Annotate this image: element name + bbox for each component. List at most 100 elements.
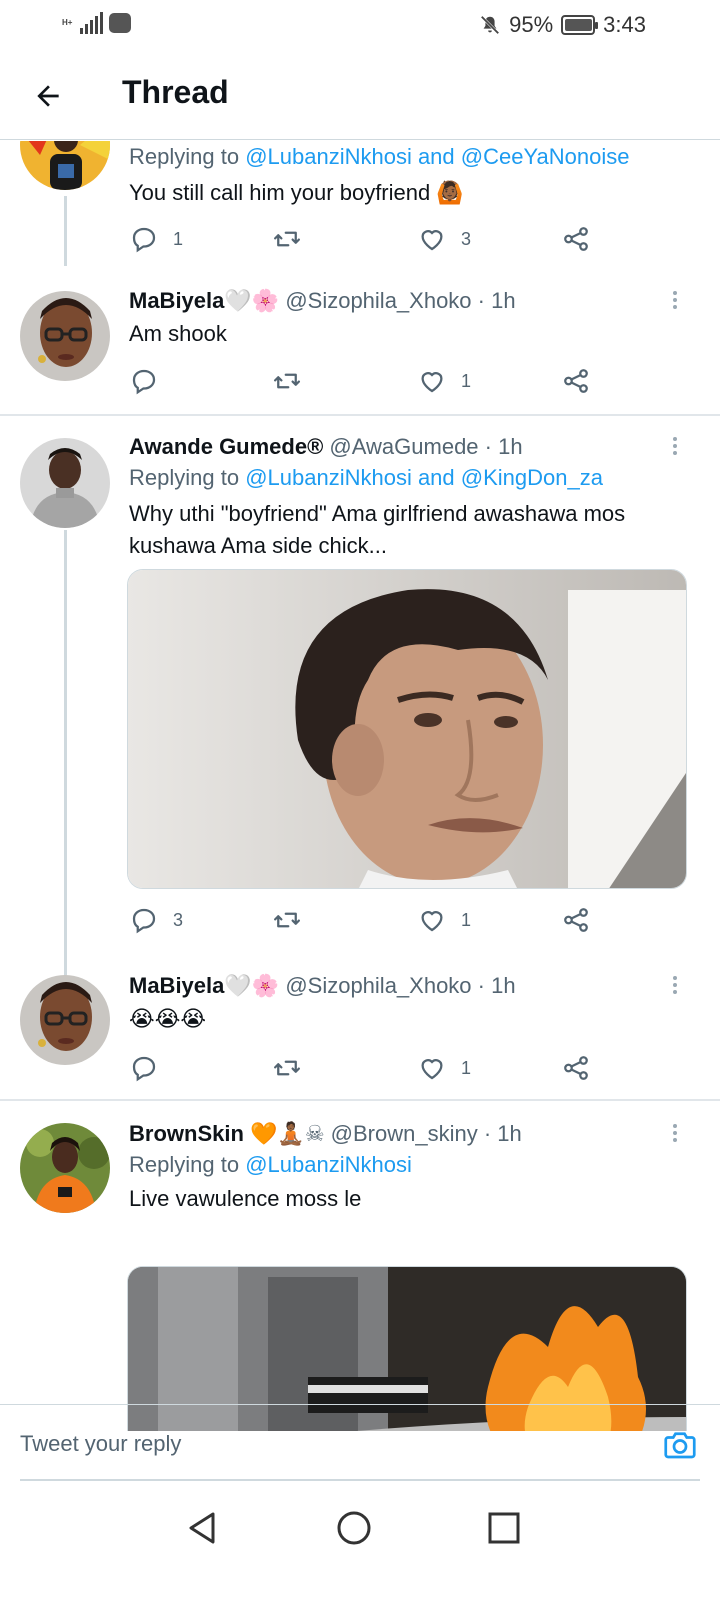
reply-button[interactable] bbox=[129, 1051, 173, 1085]
avatar[interactable] bbox=[20, 1123, 110, 1213]
like-icon bbox=[421, 1059, 443, 1080]
tweet[interactable]: MaBiyela🤍🌸 @Sizophila_Xhoko · 1h 😭😭😭 1 bbox=[0, 951, 720, 1101]
reply-count: 3 bbox=[173, 909, 184, 930]
more-button[interactable] bbox=[670, 434, 680, 462]
like-icon bbox=[421, 911, 443, 932]
tweet-text: Live vawulence moss le bbox=[129, 1186, 362, 1211]
retweet-button[interactable] bbox=[272, 364, 316, 398]
name-emoji: 🤍🌸 bbox=[224, 973, 280, 998]
share-icon bbox=[564, 1056, 588, 1080]
clock: 3:43 bbox=[603, 12, 646, 37]
avatar[interactable] bbox=[20, 438, 110, 528]
retweet-icon bbox=[274, 231, 300, 247]
camera-button[interactable] bbox=[662, 1427, 698, 1463]
handle[interactable]: @Brown_skiny bbox=[331, 1121, 478, 1146]
tweet-image[interactable] bbox=[127, 569, 687, 889]
mention-link[interactable]: @LubanziNkhosi and @CeeYaNonoise bbox=[245, 144, 629, 169]
back-button[interactable] bbox=[28, 76, 68, 116]
replying-to: Replying to @LubanziNkhosi bbox=[129, 1149, 690, 1181]
share-button[interactable] bbox=[561, 222, 591, 256]
replying-to: Replying to @LubanziNkhosi and @KingDon_… bbox=[129, 462, 690, 494]
retweet-button[interactable] bbox=[272, 903, 316, 937]
nav-recents-button[interactable] bbox=[484, 1508, 524, 1548]
timestamp: · 1h bbox=[483, 1121, 522, 1146]
share-button[interactable] bbox=[561, 364, 591, 398]
share-icon bbox=[564, 908, 588, 932]
battery-icon bbox=[561, 15, 599, 35]
avatar[interactable] bbox=[20, 141, 110, 190]
tweet-header: BrownSkin 🧡🧘🏾☠ @Brown_skiny · 1h bbox=[129, 1119, 690, 1149]
tweet-text: 😭😭😭 bbox=[129, 1006, 207, 1031]
reply-button[interactable]: 3 bbox=[129, 903, 183, 937]
app-notification-icon bbox=[109, 13, 132, 33]
tweet-actions: 3 1 bbox=[129, 903, 629, 937]
nav-recents-icon bbox=[488, 1512, 520, 1544]
replying-label: Replying to bbox=[129, 1152, 246, 1177]
share-button[interactable] bbox=[561, 903, 591, 937]
more-button[interactable] bbox=[670, 973, 680, 1001]
like-icon bbox=[421, 372, 443, 393]
reply-icon bbox=[132, 1056, 156, 1082]
page-title: Thread bbox=[122, 74, 229, 110]
like-button[interactable]: 1 bbox=[417, 903, 471, 937]
retweet-icon bbox=[274, 912, 300, 928]
like-count: 3 bbox=[461, 228, 472, 249]
share-icon bbox=[564, 369, 588, 393]
avatar[interactable] bbox=[20, 291, 110, 381]
retweet-button[interactable] bbox=[272, 1051, 316, 1085]
like-count: 1 bbox=[461, 1057, 472, 1078]
nav-back-icon bbox=[189, 1512, 215, 1544]
thread-list[interactable]: Replying to @LubanziNkhosi and @CeeYaNon… bbox=[0, 141, 720, 1431]
like-button[interactable]: 3 bbox=[417, 222, 471, 256]
timestamp: · 1h bbox=[484, 434, 523, 459]
mention-link[interactable]: @LubanziNkhosi bbox=[245, 1152, 412, 1177]
reply-input[interactable]: Tweet your reply bbox=[20, 1431, 181, 1457]
more-button[interactable] bbox=[670, 288, 680, 316]
name-emoji: 🤍🌸 bbox=[224, 288, 280, 313]
tweet-actions: 1 3 bbox=[129, 222, 629, 256]
display-name[interactable]: BrownSkin bbox=[129, 1121, 244, 1146]
reply-button[interactable] bbox=[129, 364, 173, 398]
display-name[interactable]: MaBiyela bbox=[129, 973, 224, 998]
like-button[interactable]: 1 bbox=[417, 364, 471, 398]
signal-icon bbox=[80, 12, 104, 34]
handle[interactable]: @AwaGumede bbox=[329, 434, 478, 459]
camera-icon bbox=[664, 1432, 696, 1459]
tweet[interactable]: Replying to @LubanziNkhosi and @CeeYaNon… bbox=[0, 141, 720, 266]
avatar[interactable] bbox=[20, 975, 110, 1065]
network-type: H+ bbox=[62, 18, 73, 27]
tweet[interactable]: BrownSkin 🧡🧘🏾☠ @Brown_skiny · 1h Replyin… bbox=[0, 1101, 720, 1431]
reply-icon bbox=[132, 369, 156, 395]
share-button[interactable] bbox=[561, 1051, 591, 1085]
tweet[interactable]: MaBiyela🤍🌸 @Sizophila_Xhoko · 1h Am shoo… bbox=[0, 266, 720, 416]
more-button[interactable] bbox=[670, 1121, 680, 1149]
tweet-text: You still call him your boyfriend 🙆🏾 bbox=[129, 180, 464, 205]
timestamp: · 1h bbox=[477, 973, 516, 998]
reply-icon bbox=[132, 908, 156, 934]
mention-link[interactable]: @LubanziNkhosi and @KingDon_za bbox=[245, 465, 603, 490]
tweet-header: Awande Gumede® @AwaGumede · 1h bbox=[129, 432, 690, 462]
like-count: 1 bbox=[461, 909, 472, 930]
app-header: Thread bbox=[0, 48, 720, 140]
reply-composer: Tweet your reply bbox=[0, 1404, 720, 1481]
tweet-text: Why uthi "boyfriend" Ama girlfriend awas… bbox=[129, 501, 626, 558]
display-name[interactable]: Awande Gumede® bbox=[129, 434, 323, 459]
thread-line bbox=[64, 196, 67, 266]
like-button[interactable]: 1 bbox=[417, 1051, 471, 1085]
nav-home-icon bbox=[337, 1511, 371, 1545]
retweet-button[interactable] bbox=[272, 222, 316, 256]
handle[interactable]: @Sizophila_Xhoko bbox=[285, 288, 471, 313]
reply-count: 1 bbox=[173, 228, 184, 249]
status-bar: H+ 95% 3:43 bbox=[0, 0, 720, 48]
reply-button[interactable]: 1 bbox=[129, 222, 183, 256]
tweet[interactable]: Awande Gumede® @AwaGumede · 1h Replying … bbox=[0, 416, 720, 976]
like-icon bbox=[421, 230, 443, 251]
timestamp: · 1h bbox=[477, 288, 516, 313]
handle[interactable]: @Sizophila_Xhoko bbox=[285, 973, 471, 998]
replying-to: Replying to @LubanziNkhosi and @CeeYaNon… bbox=[129, 141, 690, 173]
display-name[interactable]: MaBiyela bbox=[129, 288, 224, 313]
nav-back-button[interactable] bbox=[183, 1508, 223, 1548]
nav-home-button[interactable] bbox=[334, 1508, 374, 1548]
replying-label: Replying to bbox=[129, 144, 246, 169]
reply-icon bbox=[132, 227, 156, 253]
